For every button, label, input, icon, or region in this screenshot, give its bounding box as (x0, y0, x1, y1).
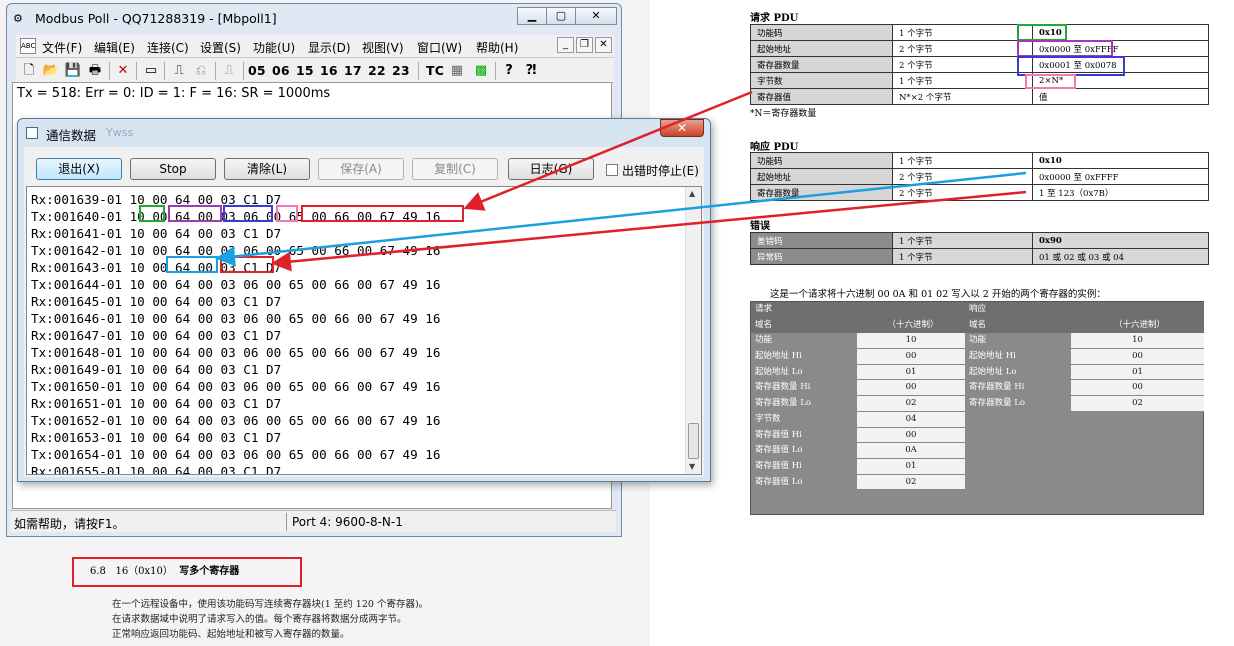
annotation-arrows (215, 90, 1027, 272)
arrow-register-count (271, 190, 1027, 272)
arrow-register-values (463, 90, 753, 211)
arrow-start-address (215, 171, 1027, 267)
